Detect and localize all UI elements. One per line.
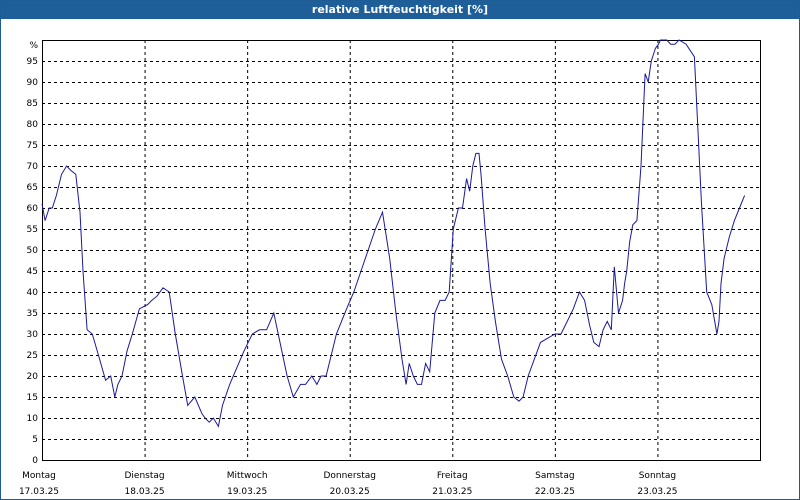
chart-window: relative Luftfeuchtigkeit [%] 0 5 10 15 20 25… — [0, 0, 800, 500]
x-tick-date-label: 18.03.25 — [125, 487, 165, 497]
y-tick-label: 20 — [27, 372, 39, 382]
y-tick-label: 45 — [27, 267, 38, 277]
y-tick-label: 0 — [32, 456, 38, 466]
y-axis-ticks: 0 5 10 15 20 25 30 35 40 45 50 55 60 65 70 75 80 85 90 95% — [27, 41, 39, 466]
x-tick-date-label: 22.03.25 — [535, 487, 575, 497]
x-tick-date-label: 23.03.25 — [637, 487, 677, 497]
y-tick-label: 55 — [27, 225, 38, 235]
x-tick-date-label: 19.03.25 — [227, 487, 267, 497]
x-tick-weekday-label: Mittwoch — [227, 471, 268, 481]
y-tick-label: 50 — [27, 246, 39, 256]
y-tick-label: 40 — [27, 288, 39, 298]
grid — [42, 40, 760, 460]
x-tick-weekday-label: Freitag — [437, 471, 468, 481]
y-tick-label: 25 — [27, 351, 38, 361]
y-tick-label: 95 — [27, 57, 38, 67]
x-tick-weekday-label: Donnerstag — [323, 471, 376, 481]
x-tick-weekday-label: Sonntag — [639, 471, 676, 481]
y-tick-label: 75 — [27, 141, 38, 151]
chart-canvas: 05101520253035404550556065707580859095% … — [19, 39, 761, 497]
y-tick-label: 60 — [27, 204, 39, 214]
y-axis-unit-label: % — [29, 41, 38, 51]
x-tick-weekday-label: Dienstag — [125, 471, 165, 481]
y-tick-label: 10 — [27, 414, 39, 424]
x-axis-ticks: Montag 17.03.25 Dienstag 18.03.25 Mittwoch 19… — [19, 471, 678, 497]
y-tick-label: 80 — [27, 120, 39, 130]
y-tick-label: 65 — [27, 183, 38, 193]
y-tick-label: 15 — [27, 393, 38, 403]
y-tick-label: 85 — [27, 99, 38, 109]
series-line-humidity — [41, 39, 746, 428]
y-tick-label: 30 — [27, 330, 39, 340]
y-tick-label: 90 — [27, 78, 39, 88]
x-tick-weekday-label: Montag — [22, 471, 56, 481]
y-tick-label: 70 — [27, 162, 39, 172]
x-tick-date-label: 20.03.25 — [330, 487, 370, 497]
y-tick-label: 35 — [27, 309, 38, 319]
x-tick-date-label: 17.03.25 — [19, 487, 59, 497]
x-tick-date-label: 21.03.25 — [432, 487, 472, 497]
y-tick-label: 5 — [32, 435, 38, 445]
x-tick-weekday-label: Samstag — [535, 471, 574, 481]
